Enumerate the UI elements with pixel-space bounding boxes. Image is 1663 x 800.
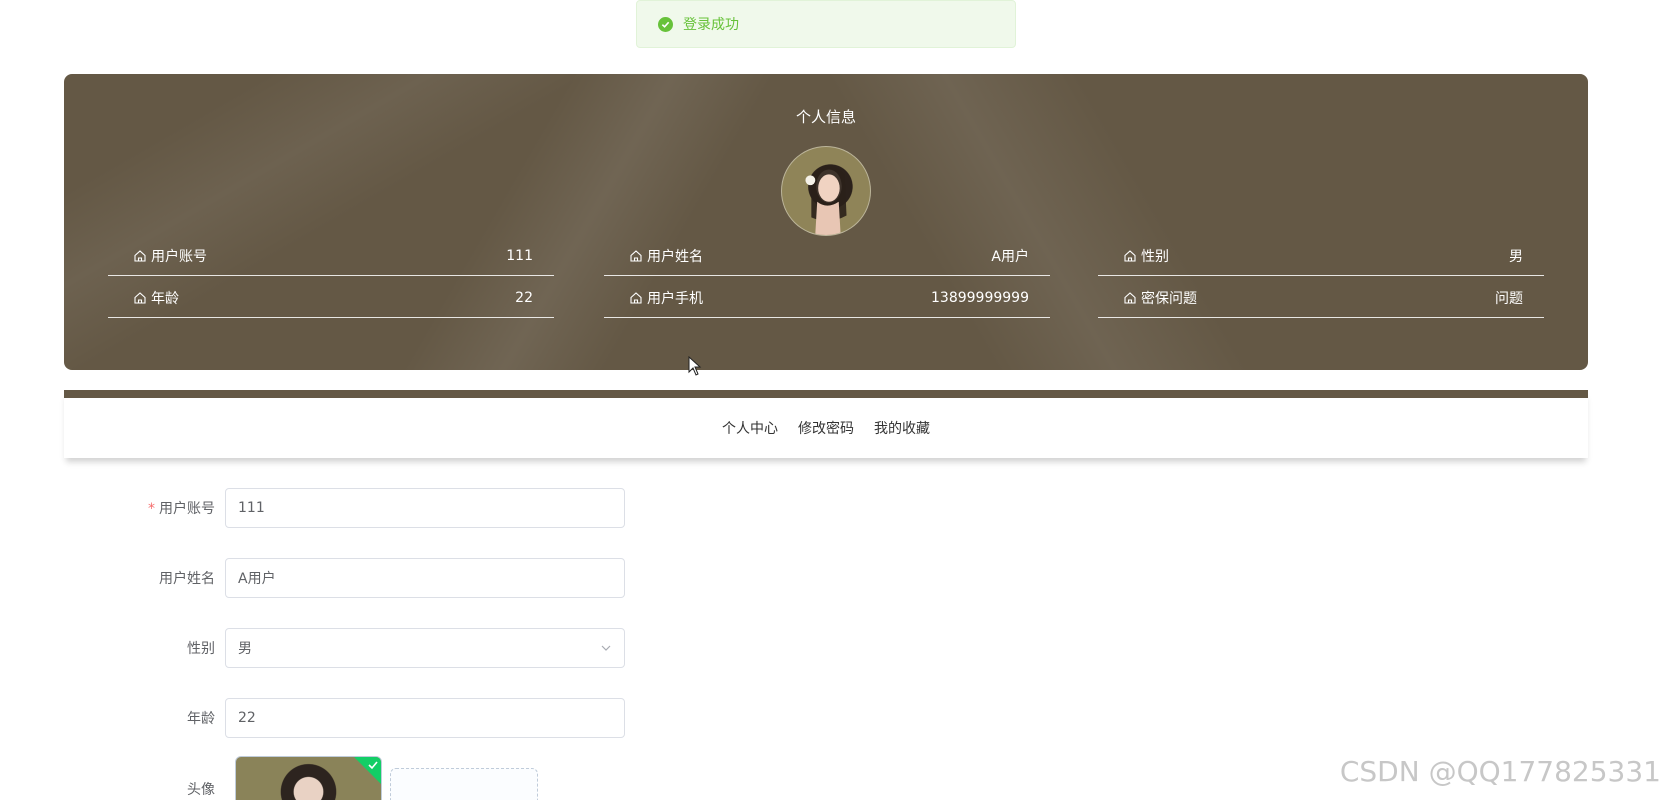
upload-success-check-icon [368,761,378,770]
mouse-cursor-icon [688,356,702,376]
form-row-name: 用户姓名 A用户 [0,558,625,598]
profile-title: 个人信息 [795,108,856,126]
info-value: 男 [1509,248,1523,265]
info-row-account: 用户账号 111 [108,236,554,276]
info-label: 用户手机 [647,290,703,307]
form-row-age: 年龄 22 [0,698,625,738]
toast-message: 登录成功 [683,17,739,33]
chevron-down-icon [601,645,611,651]
profile-info-card: 个人信息 用户账号 111 用户姓名 A用户 性别 男 年龄 22 用户手机 1… [64,74,1588,370]
avatar-upload-preview[interactable] [235,756,382,800]
home-icon [1124,291,1136,304]
info-value: A用户 [991,248,1029,265]
name-label: 用户姓名 [159,571,215,587]
gender-select[interactable]: 男 [225,628,625,668]
info-label: 年龄 [151,290,179,307]
info-value: 13899999999 [931,289,1029,306]
account-label: 用户账号 [159,501,215,517]
age-input[interactable]: 22 [225,698,625,738]
tab-my-favorites[interactable]: 我的收藏 [874,418,930,438]
home-icon [1124,249,1136,262]
info-label: 用户姓名 [647,248,703,265]
gender-label: 性别 [187,641,215,657]
watermark: CSDN @QQ177825331 [1339,755,1661,788]
info-label: 用户账号 [151,248,207,265]
form-row-gender: 性别 男 [0,628,625,668]
info-row-gender: 性别 男 [1098,236,1544,276]
name-input[interactable]: A用户 [225,558,625,598]
info-label: 性别 [1141,248,1169,265]
info-row-security-question: 密保问题 问题 [1098,278,1544,318]
form-row-avatar: 头像 [0,778,225,800]
age-label: 年龄 [187,711,215,727]
info-row-name: 用户姓名 A用户 [604,236,1050,276]
info-label: 密保问题 [1141,290,1197,307]
info-value: 问题 [1495,290,1523,307]
home-icon [134,291,146,304]
login-success-toast: 登录成功 [636,0,1016,48]
info-row-age: 年龄 22 [108,278,554,318]
avatar-upload-button[interactable] [390,768,538,800]
info-value: 22 [515,289,533,306]
form-row-account: * 用户账号 111 [0,488,625,528]
info-row-phone: 用户手机 13899999999 [604,278,1050,318]
home-icon [630,249,642,262]
home-icon [630,291,642,304]
profile-avatar [781,146,871,236]
tab-change-password[interactable]: 修改密码 [798,418,854,438]
avatar-label: 头像 [187,782,215,798]
account-input[interactable]: 111 [225,488,625,528]
required-mark: * [148,501,155,517]
profile-tabs: 个人中心 修改密码 我的收藏 [64,390,1588,458]
home-icon [134,249,146,262]
success-check-icon [658,16,673,32]
info-value: 111 [506,247,533,264]
tab-personal-center[interactable]: 个人中心 [722,418,778,438]
